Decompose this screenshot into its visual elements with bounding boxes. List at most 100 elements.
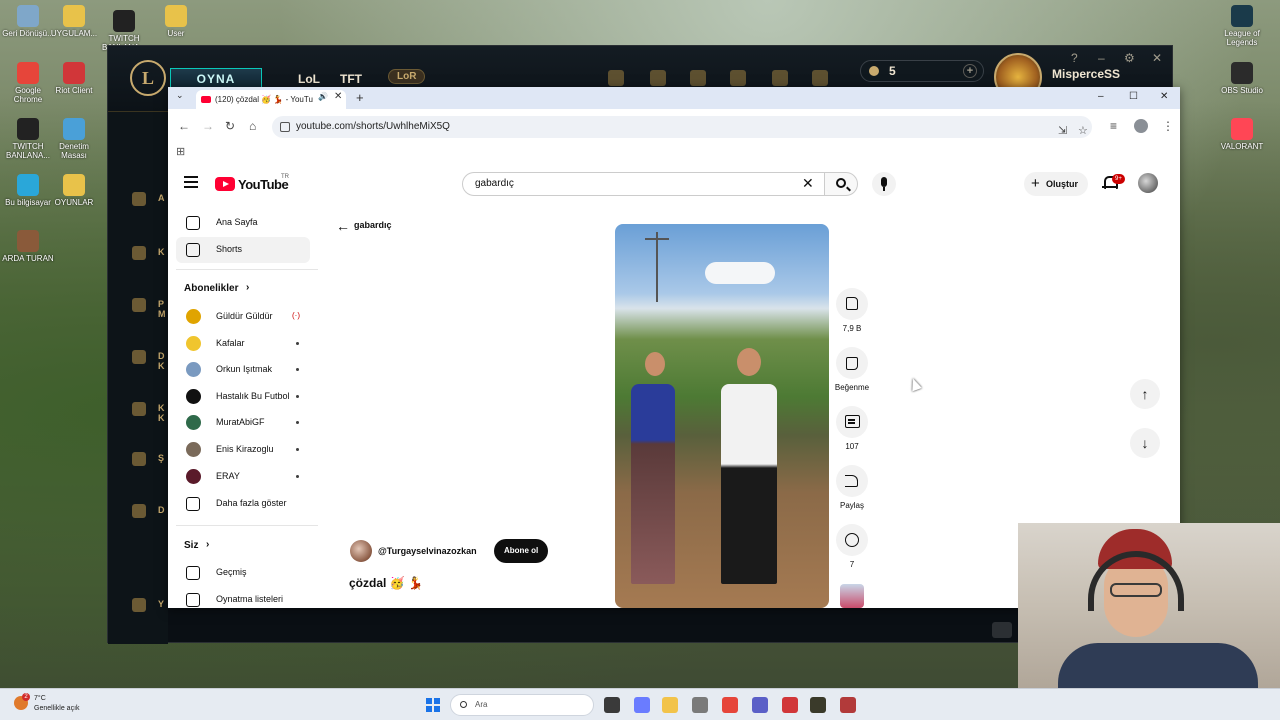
search-query-label[interactable]: gabardıç [354,220,392,230]
help-icon[interactable]: ? [1071,51,1078,65]
lol-icon[interactable] [810,697,826,713]
chrome-profile-avatar[interactable] [1134,119,1148,133]
chrome-menu-icon[interactable]: ⋮ [1162,119,1174,133]
close-icon[interactable]: ✕ [1152,51,1162,65]
tab-close-icon[interactable]: ✕ [334,91,342,102]
league-social-icon[interactable] [132,246,146,260]
copilot-icon[interactable] [634,697,650,713]
league-social-icon[interactable] [132,192,146,206]
like-button[interactable]: 7,9 B [832,288,872,333]
desktop-shortcut[interactable]: UYGULAM... [46,5,102,38]
desktop-shortcut[interactable]: Riot Client [46,62,102,95]
back-icon[interactable]: ← [178,119,190,133]
sidebar-subscription-item[interactable]: Güldür Güldür (·) [176,304,310,330]
dislike-button[interactable]: Beğenme [832,347,872,392]
subscriptions-heading[interactable]: Abonelikler [184,283,238,294]
sidebar-subscription-item[interactable]: Orkun Işıtmak [176,357,310,383]
sidebar-subscription-item[interactable]: Enis Kirazoglu [176,437,310,463]
desktop-shortcut[interactable]: OYUNLAR [46,174,102,207]
league-social-icon[interactable] [132,504,146,518]
clear-search-icon[interactable]: ✕ [802,175,814,192]
nav-tft[interactable]: TFT [340,72,362,86]
desktop-shortcut[interactable]: ARDA TURAN [0,230,56,263]
profile-icon[interactable] [690,70,706,86]
trophy-icon[interactable] [608,70,624,86]
reading-list-icon[interactable]: ≡ [1110,119,1117,133]
sidebar-item[interactable]: Ana Sayfa [176,210,310,236]
window-minimize-button[interactable]: – [1098,91,1104,102]
weather-temperature[interactable]: 7°C [34,695,46,702]
sidebar-subscription-item[interactable]: MuratAbiGF [176,410,310,436]
task-view-icon[interactable] [604,697,620,713]
chevron-right-icon[interactable]: › [206,539,209,550]
league-social-icon[interactable] [132,598,146,612]
league-social-icon[interactable] [132,402,146,416]
url-input[interactable]: youtube.com/shorts/UwhlheMiX5Q ⇲ ☆ [272,116,1092,138]
comments-button[interactable]: 107 [832,406,872,451]
new-tab-button[interactable]: + [356,90,364,105]
taskbar-search[interactable]: Ara [450,694,594,716]
site-info-icon[interactable] [280,122,290,132]
sidebar-item[interactable]: Daha fazla göster [176,491,310,517]
account-avatar[interactable] [1138,173,1158,193]
add-currency-icon[interactable]: + [963,64,977,78]
loot-icon[interactable] [772,70,788,86]
channel-handle[interactable]: @Turgayselvinazozkan [378,546,477,556]
chevron-right-icon[interactable]: › [246,282,249,293]
reload-icon[interactable]: ↻ [225,119,235,133]
create-button[interactable]: + Oluştur [1024,172,1088,196]
desktop-shortcut[interactable]: OBS Studio [1214,62,1270,95]
voice-search-icon[interactable] [872,172,896,196]
desktop-shortcut[interactable]: League of Legends [1214,5,1270,47]
next-short-button[interactable]: ↓ [1130,428,1160,458]
riot-icon[interactable] [782,697,798,713]
window-maximize-button[interactable]: ☐ [1129,91,1138,102]
tab-search-icon[interactable]: ⌄ [176,90,184,101]
sidebar-item[interactable]: Geçmiş [176,560,310,586]
apps-grid-icon[interactable]: ⊞ [176,145,185,158]
collection-icon[interactable] [730,70,746,86]
back-arrow-icon[interactable]: ← [336,218,350,234]
file-explorer-icon[interactable] [662,697,678,713]
search-button[interactable] [824,172,858,196]
desktop-shortcut[interactable]: Denetim Masası [46,118,102,160]
minimize-icon[interactable]: – [1098,51,1105,65]
forward-icon[interactable]: → [202,119,214,133]
store-icon[interactable] [812,70,828,86]
settings-icon[interactable]: ⚙ [1124,51,1135,65]
currency-display[interactable]: 5 + [860,60,984,82]
window-close-button[interactable]: ✕ [1160,91,1168,102]
sidebar-subscription-item[interactable]: Kafalar [176,331,310,357]
sidebar-subscription-item[interactable]: Hastalık Bu Futbol [176,384,310,410]
tab-audio-icon[interactable]: 🔊 [318,92,328,101]
you-heading[interactable]: Siz [184,540,198,551]
sound-thumbnail[interactable] [840,584,864,608]
remix-button[interactable]: 7 [832,524,872,569]
previous-short-button[interactable]: ↑ [1130,379,1160,409]
teams-icon[interactable] [752,697,768,713]
nav-lol[interactable]: LoL [298,72,320,86]
league-social-icon[interactable] [132,350,146,364]
league-chat-icon[interactable] [992,622,1012,638]
nav-lor[interactable]: LoR [388,69,426,84]
bookmark-star-icon[interactable]: ☆ [1078,120,1088,142]
channel-avatar[interactable] [350,540,372,562]
start-button[interactable] [426,698,440,712]
weather-description[interactable]: Genellikle açık [34,705,80,712]
short-video-player[interactable] [615,224,829,608]
desktop-shortcut[interactable]: User [148,5,204,38]
search-input[interactable]: gabardıç [462,172,826,196]
menu-icon[interactable] [184,176,198,188]
home-icon[interactable]: ⌂ [249,119,256,133]
sidebar-item[interactable]: Shorts [176,237,310,263]
subscribe-button[interactable]: Abone ol [494,539,549,563]
clash-icon[interactable] [650,70,666,86]
chrome-icon[interactable] [722,697,738,713]
edge-icon[interactable] [692,697,708,713]
obs-icon[interactable] [840,697,856,713]
sidebar-subscription-item[interactable]: ERAY [176,464,310,490]
share-button[interactable]: Paylaş [832,465,872,510]
league-social-icon[interactable] [132,452,146,466]
league-social-icon[interactable] [132,298,146,312]
desktop-shortcut[interactable]: VALORANT [1214,118,1270,151]
